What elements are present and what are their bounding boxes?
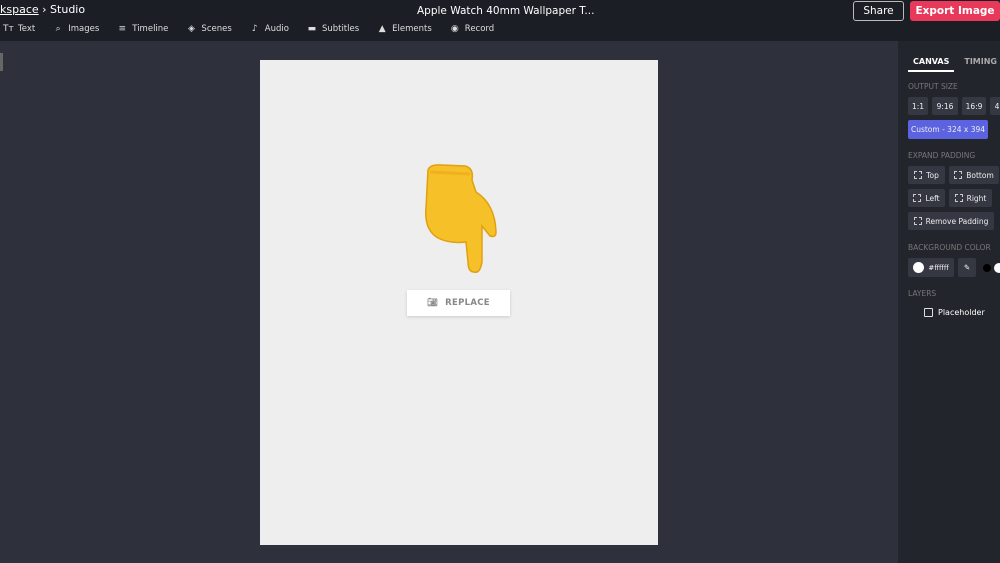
pad-right-button[interactable]: Right [949,189,992,207]
tool-record[interactable]: ◉ Record [450,24,494,34]
background-color-label: BACKGROUND COLOR [908,243,991,252]
padding-icon [913,194,922,202]
tool-label: Images [68,24,100,34]
breadcrumb-separator: › [42,3,47,16]
breadcrumb-workspace-link[interactable]: kspace [0,3,39,16]
padding-icon [954,171,963,179]
size-16-9-button[interactable]: 16:9 [962,97,986,115]
custom-size-button[interactable]: Custom - 324 x 394 [908,120,988,139]
replace-button[interactable]: 📷︎ REPLACE [407,290,510,316]
layer-item[interactable]: Placeholder [924,308,985,317]
tool-label: Audio [264,24,289,34]
tool-label: Text [18,24,36,34]
record-icon: ◉ [450,24,459,34]
camera-icon: 📷︎ [427,298,439,308]
tool-text[interactable]: Tт Text [3,24,35,34]
tool-elements[interactable]: ▲ Elements [377,24,432,34]
breadcrumb: kspace › Studio [0,3,85,16]
text-icon: Tт [3,24,14,34]
tool-label: Timeline [132,24,169,34]
search-icon: ⌕ [55,24,61,34]
eyedropper-button[interactable]: ✎ [958,258,976,277]
canvas[interactable]: 📷︎ REPLACE [260,60,658,545]
pad-left-button[interactable]: Left [908,189,945,207]
pointing-down-hand-emoji [425,164,497,274]
tab-timing[interactable]: TIMING [964,57,997,72]
breadcrumb-current: Studio [50,3,86,16]
toolbar: Tт Text ⌕ Images ≡ Timeline ◈ Scenes ♪ Audio ▬ Subt… [3,24,512,34]
background-color-picker[interactable]: #ffffff [908,258,954,277]
tool-label: Scenes [201,24,232,34]
layers-label: LAYERS [908,289,937,298]
pad-bottom-button[interactable]: Bottom [949,166,999,184]
size-4-5-button[interactable]: 4 [990,97,1000,115]
padding-icon [954,194,963,202]
size-9-16-button[interactable]: 9:16 [932,97,958,115]
size-1-1-button[interactable]: 1:1 [908,97,928,115]
expand-padding-label: EXPAND PADDING [908,151,976,160]
tab-canvas[interactable]: CANVAS [908,57,955,72]
timeline-icon: ≡ [118,24,127,34]
sidebar-resize-handle[interactable] [0,53,3,71]
padding-icon [913,217,922,225]
top-bar: kspace › Studio Apple Watch 40mm Wallpap… [0,0,1000,41]
subtitles-icon: ▬ [307,24,317,34]
properties-panel: CANVAS TIMING OUTPUT SIZE 1:1 9:16 16:9 4… [898,41,1000,563]
shapes-icon: ▲ [378,24,386,34]
tool-images[interactable]: ⌕ Images [53,24,100,34]
layers-icon: ◈ [187,24,195,34]
pad-top-button[interactable]: Top [908,166,945,184]
black-swatch[interactable] [983,264,991,272]
remove-padding-button[interactable]: Remove Padding [908,212,994,230]
project-title[interactable]: Apple Watch 40mm Wallpaper T... [417,5,594,17]
output-size-label: OUTPUT SIZE [908,82,958,91]
replace-label: REPLACE [445,298,490,308]
padding-icon [914,171,923,179]
white-swatch[interactable] [994,263,1000,273]
tool-label: Record [464,24,495,34]
tool-audio[interactable]: ♪ Audio [250,24,289,34]
tool-scenes[interactable]: ◈ Scenes [186,24,232,34]
music-note-icon: ♪ [251,24,258,34]
color-swatch [913,262,925,273]
export-image-button[interactable]: Export Image [910,1,1000,21]
tool-timeline[interactable]: ≡ Timeline [117,24,168,34]
tool-label: Elements [392,24,432,34]
eyedropper-icon: ✎ [963,263,971,272]
share-button[interactable]: Share [853,1,904,21]
placeholder-icon [924,308,933,317]
tool-label: Subtitles [321,24,360,34]
tool-subtitles[interactable]: ▬ Subtitles [307,24,360,34]
